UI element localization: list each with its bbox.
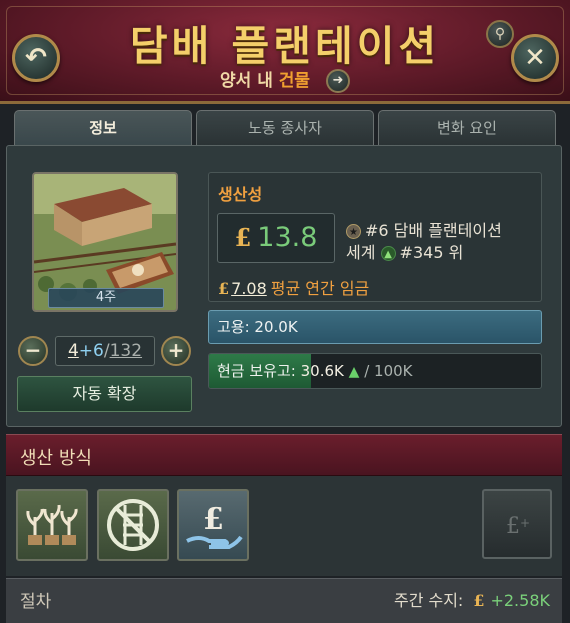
no-railway-icon xyxy=(107,499,159,551)
building-title: 담배 플랜테이션 xyxy=(129,22,441,70)
production-methods-header: 생산 방식 xyxy=(6,434,562,476)
svg-text:£: £ xyxy=(506,514,520,539)
up-arrow-icon: ▲ xyxy=(348,364,360,380)
employment-bar[interactable]: 고용: 20.0K xyxy=(208,310,542,344)
level-queued: +6 xyxy=(78,341,104,361)
wage-label: 평균 연간 임금 xyxy=(270,279,370,298)
search-icon: ⚲ xyxy=(494,26,506,42)
weekly-balance-value: +2.58K xyxy=(490,591,550,610)
world-rank-text: #345 위 xyxy=(399,243,464,262)
close-icon: ✕ xyxy=(524,43,546,73)
building-header: 담배 플랜테이션 양서 내 건물 ➜ xyxy=(0,0,570,104)
building-location: 양서 내 건물 ➜ xyxy=(0,66,570,93)
up-arrow-icon: ▲ xyxy=(380,246,396,261)
world-rank[interactable]: 세계 ▲ #345 위 xyxy=(346,239,463,263)
cash-reserves-text: 현금 보유고: 30.6K ▲ / 100K xyxy=(217,354,413,388)
production-methods-title: 생산 방식 xyxy=(20,448,92,469)
seedling-icon xyxy=(26,504,78,545)
back-arrow-icon: ↶ xyxy=(25,43,47,73)
production-method-ownership[interactable]: £ xyxy=(177,489,249,561)
building-count-badge: 4주 xyxy=(48,288,164,308)
minus-icon: − xyxy=(24,338,42,362)
tab-bar: 정보 노동 종사자 변화 요인 xyxy=(14,110,556,148)
production-methods-area xyxy=(6,476,562,576)
search-button[interactable]: ⚲ xyxy=(486,20,514,48)
production-method-crops[interactable] xyxy=(16,489,88,561)
location-mid: 내 xyxy=(257,71,273,91)
country-rank[interactable]: ★ #6 담배 플랜테이션 xyxy=(346,217,502,241)
level-current[interactable]: 4 xyxy=(68,341,79,361)
footer-procedure-label[interactable]: 절차 xyxy=(20,587,51,612)
productivity-value: 13.8 xyxy=(257,222,318,253)
downsize-button[interactable]: − xyxy=(18,336,48,366)
level-max[interactable]: 132 xyxy=(110,341,142,361)
pound-icon: £ xyxy=(234,223,252,252)
cash-label: 현금 보유고: xyxy=(217,362,296,380)
weekly-balance[interactable]: 주간 수지: £ +2.58K xyxy=(394,587,550,611)
world-label: 세계 xyxy=(346,243,376,262)
average-wage: £7.08 평균 연간 임금 xyxy=(218,275,369,299)
pound-plus-icon: £ + xyxy=(506,514,530,539)
production-method-empty[interactable]: £ + xyxy=(482,489,552,559)
expand-button[interactable]: + xyxy=(161,336,191,366)
cash-cap: / 100K xyxy=(364,362,413,380)
tab-info[interactable]: 정보 xyxy=(14,110,192,148)
pound-icon: £ xyxy=(473,591,485,610)
svg-text:£: £ xyxy=(203,502,224,537)
production-method-no-rail[interactable] xyxy=(97,489,169,561)
back-button[interactable]: ↶ xyxy=(12,34,60,82)
tab-workforce[interactable]: 노동 종사자 xyxy=(196,110,374,146)
productivity-title: 생산성 xyxy=(218,185,263,204)
close-button[interactable]: ✕ xyxy=(511,34,559,82)
cash-reserves-bar[interactable]: 현금 보유고: 30.6K ▲ / 100K xyxy=(208,353,542,389)
location-buildings-link[interactable]: 건물 xyxy=(279,71,310,91)
country-rank-text: #6 담배 플랜테이션 xyxy=(365,221,502,240)
svg-text:+: + xyxy=(520,516,530,530)
location-region[interactable]: 양서 xyxy=(220,71,251,91)
cash-value: 30.6K xyxy=(300,362,344,380)
building-level: 4+6/132 xyxy=(55,336,155,366)
medal-icon: ★ xyxy=(346,224,361,239)
plus-icon: + xyxy=(167,338,185,362)
tab-modifiers[interactable]: 변화 요인 xyxy=(378,110,556,146)
right-arrow-icon[interactable]: ➜ xyxy=(325,69,350,93)
building-image[interactable]: 4주 xyxy=(32,172,178,312)
pound-icon: £ xyxy=(218,279,230,298)
pound-hand-icon: £ xyxy=(186,502,243,549)
productivity-value-box[interactable]: £13.8 xyxy=(217,213,335,263)
auto-expand-button[interactable]: 자동 확장 xyxy=(17,376,192,412)
footer-bar: 절차 주간 수지: £ +2.58K xyxy=(6,578,562,623)
weekly-balance-label: 주간 수지: xyxy=(393,591,464,610)
productivity-box: 생산성 £13.8 ★ #6 담배 플랜테이션 세계 ▲ #345 위 £7.08 평… xyxy=(208,172,542,302)
wage-value[interactable]: 7.08 xyxy=(231,279,267,298)
